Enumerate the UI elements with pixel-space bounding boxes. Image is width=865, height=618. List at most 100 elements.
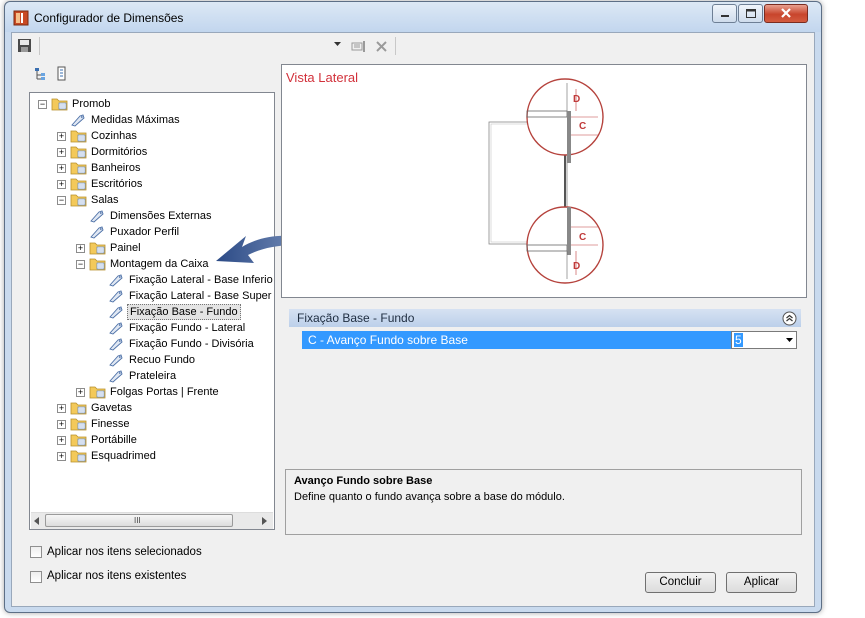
collapse-icon[interactable]: − xyxy=(76,260,85,269)
title-bar[interactable]: Configurador de Dimensões xyxy=(5,2,821,32)
minimize-button[interactable] xyxy=(712,4,737,23)
tree-item-label: Banheiros xyxy=(91,162,141,174)
tree-item-label: Fixação Lateral - Base Inferio xyxy=(129,274,273,286)
tree-item[interactable]: + Portábille xyxy=(30,432,274,448)
app-icon xyxy=(13,10,29,26)
collapse-icon[interactable]: − xyxy=(38,100,47,109)
tree-view-icon[interactable] xyxy=(34,67,48,81)
list-view-icon[interactable] xyxy=(57,66,67,81)
apply-selected-checkbox[interactable] xyxy=(30,546,42,558)
tree-item-label: Montagem da Caixa xyxy=(110,258,209,270)
delete-icon[interactable] xyxy=(375,40,388,53)
tree-item[interactable]: Fixação Fundo - Lateral xyxy=(30,320,274,336)
tag-icon xyxy=(108,337,126,351)
chevron-down-icon xyxy=(334,42,341,46)
tree-item[interactable]: + Folgas Portas | Frente xyxy=(30,384,274,400)
side-view-diagram-icon: D C C D xyxy=(488,78,604,284)
maximize-button[interactable] xyxy=(738,4,763,23)
tree-item[interactable]: Medidas Máximas xyxy=(30,112,274,128)
scrollbar-grip: III xyxy=(134,516,141,525)
preview-panel: Vista Lateral D C C D xyxy=(281,64,807,298)
tree-item[interactable]: Prateleira xyxy=(30,368,274,384)
tree-item[interactable]: + Finesse xyxy=(30,416,274,432)
expand-icon[interactable]: + xyxy=(57,436,66,445)
horizontal-scrollbar[interactable]: III xyxy=(31,512,273,529)
close-button[interactable] xyxy=(764,4,808,23)
tree-item[interactable]: + Cozinhas xyxy=(30,128,274,144)
tree-item[interactable]: Fixação Base - Fundo xyxy=(30,304,274,320)
scrollbar-thumb[interactable]: III xyxy=(45,514,233,527)
expand-icon[interactable]: + xyxy=(57,164,66,173)
tree-item-label: Medidas Máximas xyxy=(91,114,180,126)
close-icon xyxy=(781,8,791,18)
tree-item-label: Dimensões Externas xyxy=(110,210,212,222)
tag-icon xyxy=(89,209,107,223)
tree-item[interactable]: Fixação Lateral - Base Super xyxy=(30,288,274,304)
tree-item-label: Gavetas xyxy=(91,402,132,414)
tree-item-label: Fixação Fundo - Lateral xyxy=(129,322,246,334)
tree-item[interactable]: + Banheiros xyxy=(30,160,274,176)
tree-item[interactable]: + Dormitórios xyxy=(30,144,274,160)
toolbar xyxy=(12,33,814,59)
expand-icon[interactable]: + xyxy=(57,452,66,461)
tree-item[interactable]: + Escritórios xyxy=(30,176,274,192)
tree-item-label: Puxador Perfil xyxy=(110,226,180,238)
tree-item-label: Esquadrimed xyxy=(91,450,156,462)
tag-icon xyxy=(70,113,88,127)
edit-icon[interactable] xyxy=(351,40,367,54)
expand-icon[interactable]: + xyxy=(57,132,66,141)
collapse-icon[interactable] xyxy=(782,311,797,326)
apply-button[interactable]: Aplicar xyxy=(726,572,797,593)
expand-icon[interactable]: + xyxy=(57,148,66,157)
folder-icon xyxy=(89,241,107,255)
tree-item[interactable]: Recuo Fundo xyxy=(30,352,274,368)
apply-existing-label[interactable]: Aplicar nos itens existentes xyxy=(47,570,186,582)
dim-label-d: D xyxy=(573,261,580,272)
expand-icon[interactable]: + xyxy=(76,388,85,397)
tree-item-label: Fixação Fundo - Divisória xyxy=(129,338,254,350)
tree-item-label: Promob xyxy=(72,98,111,110)
collapse-icon[interactable]: − xyxy=(57,196,66,205)
tag-icon xyxy=(108,305,126,319)
tree-item[interactable]: Dimensões Externas xyxy=(30,208,274,224)
apply-selected-label[interactable]: Aplicar nos itens selecionados xyxy=(47,546,202,558)
tree-item[interactable]: Fixação Lateral - Base Inferio xyxy=(30,272,274,288)
tree-item-label: Fixação Base - Fundo xyxy=(127,304,241,320)
conclude-button[interactable]: Concluir xyxy=(645,572,716,593)
tree-item[interactable]: + Esquadrimed xyxy=(30,448,274,464)
tree-item[interactable]: − Promob xyxy=(30,96,274,112)
property-value-dropdown[interactable]: 5 xyxy=(731,331,797,349)
folder-icon xyxy=(70,401,88,415)
expand-icon[interactable]: + xyxy=(57,180,66,189)
scroll-left-icon[interactable] xyxy=(34,517,40,525)
maximize-icon xyxy=(746,9,756,18)
folder-icon xyxy=(70,129,88,143)
tree-view[interactable]: − Promob Medidas Máximas + Cozinhas + Dormitór… xyxy=(29,92,275,530)
tree-item[interactable]: Fixação Fundo - Divisória xyxy=(30,336,274,352)
tag-icon xyxy=(108,273,126,287)
save-icon[interactable] xyxy=(17,38,33,54)
toolbar-combo[interactable] xyxy=(46,38,348,54)
tree-item[interactable]: − Salas xyxy=(30,192,274,208)
scroll-right-icon[interactable] xyxy=(262,517,268,525)
folder-icon xyxy=(70,161,88,175)
minimize-icon xyxy=(721,15,729,17)
expand-icon[interactable]: + xyxy=(57,404,66,413)
folder-icon xyxy=(70,433,88,447)
property-category-header[interactable]: Fixação Base - Fundo xyxy=(289,309,801,327)
tree-item-label: Salas xyxy=(91,194,119,206)
folder-icon xyxy=(51,97,69,111)
tree-item[interactable]: + Gavetas xyxy=(30,400,274,416)
description-title: Avanço Fundo sobre Base xyxy=(294,475,433,487)
dim-label-d: D xyxy=(573,94,580,105)
dim-label-c: C xyxy=(579,232,586,243)
expand-icon[interactable]: + xyxy=(57,420,66,429)
property-value: 5 xyxy=(734,333,743,347)
tree-item-label: Dormitórios xyxy=(91,146,148,158)
property-row[interactable]: C - Avanço Fundo sobre Base xyxy=(302,331,731,349)
tree-item-label: Recuo Fundo xyxy=(129,354,196,366)
folder-icon xyxy=(70,417,88,431)
apply-existing-checkbox[interactable] xyxy=(30,571,42,583)
tree-item-label: Cozinhas xyxy=(91,130,137,142)
expand-icon[interactable]: + xyxy=(76,244,85,253)
